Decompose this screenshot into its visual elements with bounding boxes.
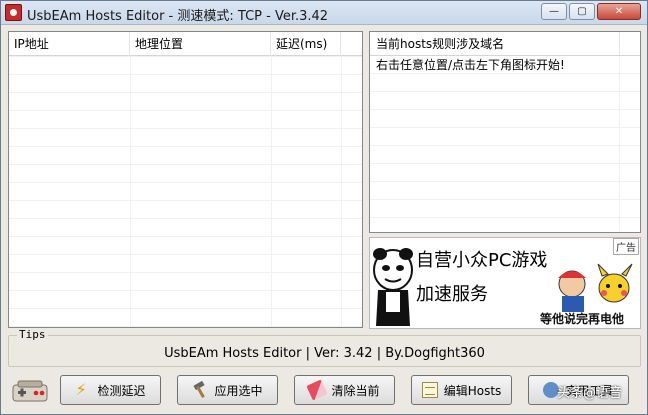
grid-line: [271, 56, 272, 327]
grid-line: [130, 56, 131, 327]
window-controls: — ▢ ✕: [541, 3, 641, 20]
watermark-text: 头条@语音: [557, 386, 623, 401]
app-window: UsbEAm Hosts Editor - 测速模式: TCP - Ver.3.…: [0, 0, 648, 415]
detect-latency-label: 检测延迟: [97, 383, 146, 398]
column-extra[interactable]: [341, 32, 362, 56]
title-bar[interactable]: UsbEAm Hosts Editor - 测速模式: TCP - Ver.3.…: [1, 1, 647, 25]
ad-subheadline: 加速服务: [416, 284, 488, 305]
apply-selected-button[interactable]: 应用选中: [177, 375, 278, 405]
gamepad-icon[interactable]: [12, 379, 48, 403]
edit-hosts-label: 编辑Hosts: [443, 383, 502, 398]
ad-label: 广告: [613, 238, 639, 255]
maximize-button[interactable]: ▢: [569, 3, 595, 20]
ad-banner[interactable]: 广告 自营小众PC游戏 加速服务 等他说完再电他: [369, 237, 641, 329]
tips-group: Tips UsbEAm Hosts Editor | Ver: 3.42 | B…: [8, 328, 641, 367]
clear-current-button[interactable]: 清除当前: [294, 375, 395, 405]
list-body[interactable]: [9, 56, 362, 327]
list-header: IP地址 地理位置 延迟(ms): [9, 32, 362, 56]
detect-latency-button[interactable]: ⚡ 检测延迟: [60, 375, 161, 405]
ip-list-view[interactable]: IP地址 地理位置 延迟(ms): [8, 31, 363, 328]
column-location[interactable]: 地理位置: [130, 32, 271, 56]
hammer-icon: [192, 382, 208, 398]
domain-list-item[interactable]: 右击任意位置/点击左下角图标开始!: [370, 56, 640, 74]
domain-list-view[interactable]: 当前hosts规则涉及域名 右击任意位置/点击左下角图标开始!: [369, 31, 641, 233]
domain-list-header[interactable]: 当前hosts规则涉及域名: [370, 32, 640, 56]
column-latency[interactable]: 延迟(ms): [271, 32, 341, 56]
domain-list-grid: [370, 56, 640, 232]
tips-text: UsbEAm Hosts Editor | Ver: 3.42 | By.Dog…: [164, 346, 485, 361]
column-ip[interactable]: IP地址: [9, 32, 130, 56]
minimize-button[interactable]: —: [541, 3, 567, 20]
grid-line: [619, 56, 620, 232]
ad-caption: 等他说完再电他: [540, 312, 625, 326]
edit-hosts-button[interactable]: 编辑Hosts: [411, 375, 512, 405]
window-title: UsbEAm Hosts Editor - 测速模式: TCP - Ver.3.…: [27, 9, 329, 24]
panda-meme-icon: [373, 248, 413, 326]
apply-selected-label: 应用选中: [214, 383, 263, 398]
grid-line: [341, 56, 342, 327]
ad-headline: 自营小众PC游戏: [416, 250, 548, 271]
document-icon: [421, 382, 438, 398]
clear-current-label: 清除当前: [331, 383, 380, 398]
tips-label: Tips: [17, 328, 48, 341]
app-icon[interactable]: [5, 4, 22, 21]
close-button[interactable]: ✕: [597, 3, 641, 20]
lightning-icon: ⚡: [75, 380, 87, 399]
eraser-icon: [306, 379, 329, 401]
